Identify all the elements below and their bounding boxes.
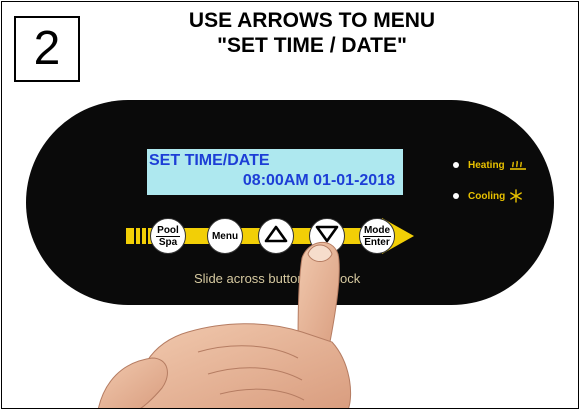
instruction-card: 2 USE ARROWS TO MENU "SET TIME / DATE" S… <box>1 1 579 409</box>
pointing-hand-image <box>98 242 352 408</box>
